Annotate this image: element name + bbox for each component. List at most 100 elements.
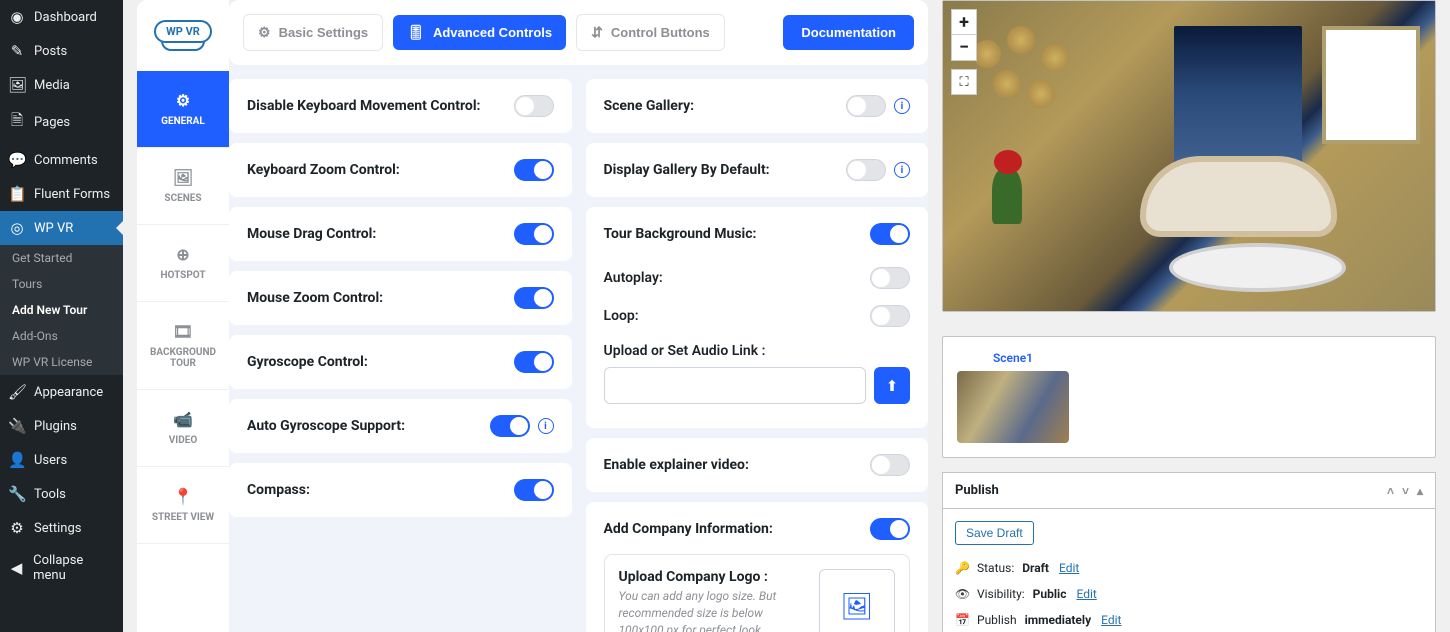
pages-icon: 🗎 xyxy=(8,110,26,135)
scene-thumb-image xyxy=(957,371,1069,443)
logo-upload-area[interactable]: 🖼 xyxy=(819,569,895,632)
publish-metabox: Publish ˄ ˅ ▴ Save Draft 🔑 Status: Draft… xyxy=(942,472,1436,632)
info-icon[interactable]: i xyxy=(538,418,554,434)
menu-comments[interactable]: 💬Comments xyxy=(0,143,123,177)
image-icon: 🖼 xyxy=(143,168,223,187)
zoom-in-button[interactable]: + xyxy=(951,9,977,35)
menu-fluent-forms[interactable]: 📋Fluent Forms xyxy=(0,177,123,211)
pin-icon: 📍 xyxy=(143,487,223,506)
tab-scenes[interactable]: 🖼SCENES xyxy=(137,148,229,225)
basic-settings-button[interactable]: ⚙Basic Settings xyxy=(243,14,383,51)
plugin-icon: 🔌 xyxy=(8,417,26,435)
mouse-drag-toggle[interactable] xyxy=(514,223,554,245)
menu-appearance[interactable]: 🖌Appearance xyxy=(0,375,123,409)
submenu-addons[interactable]: Add-Ons xyxy=(0,323,123,349)
menu-media[interactable]: 🖼Media xyxy=(0,68,123,102)
tab-street-view[interactable]: 📍STREET VIEW xyxy=(137,467,229,544)
menu-tools[interactable]: 🔧Tools xyxy=(0,477,123,511)
compass-toggle[interactable] xyxy=(514,479,554,501)
mouse-zoom-toggle[interactable] xyxy=(514,287,554,309)
scene-thumb-1[interactable]: Scene1 xyxy=(957,351,1069,443)
menu-dashboard[interactable]: ◉Dashboard xyxy=(0,0,123,34)
menu-pages[interactable]: 🗎Pages xyxy=(0,102,123,143)
submenu-get-started[interactable]: Get Started xyxy=(0,245,123,271)
tools-icon: 🔧 xyxy=(8,485,26,503)
form-icon: 📋 xyxy=(8,185,26,203)
tour-music-label: Tour Background Music: xyxy=(604,226,757,242)
submenu-license[interactable]: WP VR License xyxy=(0,349,123,375)
logo-hint: You can add any logo size. But recommend… xyxy=(619,588,804,632)
sliders-icon: ⚙ xyxy=(258,24,271,41)
gyroscope-label: Gyroscope Control: xyxy=(247,354,368,370)
explainer-label: Enable explainer video: xyxy=(604,457,749,473)
submenu-tours[interactable]: Tours xyxy=(0,271,123,297)
control-buttons-button[interactable]: ⇵Control Buttons xyxy=(576,14,725,51)
vr-icon: ◎ xyxy=(8,219,26,237)
publish-title: Publish xyxy=(955,483,999,498)
settings-left-column: Disable Keyboard Movement Control: Keybo… xyxy=(229,79,572,632)
explainer-toggle[interactable] xyxy=(870,454,910,476)
advanced-controls-button[interactable]: 🎚Advanced Controls xyxy=(393,15,566,50)
company-info-label: Add Company Information: xyxy=(604,521,773,537)
tab-background-tour[interactable]: 🎞BACKGROUND TOUR xyxy=(137,302,229,390)
audio-link-input[interactable] xyxy=(604,367,867,404)
gyroscope-toggle[interactable] xyxy=(514,351,554,373)
company-info-toggle[interactable] xyxy=(870,518,910,540)
pin-icon: ✎ xyxy=(8,42,26,60)
tour-music-toggle[interactable] xyxy=(870,223,910,245)
info-icon[interactable]: i xyxy=(894,162,910,178)
disable-keyboard-toggle[interactable] xyxy=(514,95,554,117)
edit-status-link[interactable]: Edit xyxy=(1059,561,1079,575)
tab-video[interactable]: 📹VIDEO xyxy=(137,390,229,467)
tab-general[interactable]: ⚙GENERAL xyxy=(137,71,229,148)
preview-panel: + − ⛶ xyxy=(942,0,1436,312)
upload-audio-button[interactable]: ⬆ xyxy=(874,367,910,404)
comments-icon: 💬 xyxy=(8,151,26,169)
settings-right-column: Scene Gallery: i Display Gallery By Defa… xyxy=(586,79,929,632)
menu-settings[interactable]: ⚙Settings xyxy=(0,511,123,545)
keyboard-zoom-label: Keyboard Zoom Control: xyxy=(247,162,400,178)
edit-schedule-link[interactable]: Edit xyxy=(1101,613,1121,627)
auto-gyroscope-toggle[interactable] xyxy=(490,415,530,437)
scene-gallery-toggle[interactable] xyxy=(846,95,886,117)
metabox-toggle-icon[interactable]: ▴ xyxy=(1417,484,1423,498)
editor-column: WP VR ⚙GENERAL 🖼SCENES ⊕HOTSPOT 🎞BACKGRO… xyxy=(123,0,942,632)
media-icon: 🖼 xyxy=(8,76,26,94)
zoom-out-button[interactable]: − xyxy=(951,35,977,61)
film-icon: 🎞 xyxy=(143,322,223,341)
mouse-zoom-label: Mouse Zoom Control: xyxy=(247,290,383,306)
menu-users[interactable]: 👤Users xyxy=(0,443,123,477)
submenu-add-new-tour[interactable]: Add New Tour xyxy=(0,297,123,323)
menu-posts[interactable]: ✎Posts xyxy=(0,34,123,68)
editor-topbar: ⚙Basic Settings 🎚Advanced Controls ⇵Cont… xyxy=(229,0,928,65)
target-icon: ⊕ xyxy=(143,245,223,264)
wp-admin-sidebar: ◉Dashboard ✎Posts 🖼Media 🗎Pages 💬Comment… xyxy=(0,0,123,632)
preview-column: + − ⛶ Scene1 Publish ˄ ˅ ▴ xyxy=(942,0,1450,632)
fullscreen-button[interactable]: ⛶ xyxy=(951,69,977,95)
display-gallery-label: Display Gallery By Default: xyxy=(604,162,770,178)
panorama-preview[interactable]: + − ⛶ xyxy=(943,1,1435,311)
save-draft-button[interactable]: Save Draft xyxy=(955,521,1034,545)
tune-icon: 🎚 xyxy=(407,24,425,41)
menu-collapse[interactable]: ◀Collapse menu xyxy=(0,545,123,591)
menu-wpvr[interactable]: ◎WP VR xyxy=(0,211,123,245)
key-icon: 🔑 xyxy=(955,561,969,575)
loop-toggle[interactable] xyxy=(870,305,910,327)
users-icon: 👤 xyxy=(8,451,26,469)
documentation-button[interactable]: Documentation xyxy=(783,15,914,50)
menu-plugins[interactable]: 🔌Plugins xyxy=(0,409,123,443)
keyboard-zoom-toggle[interactable] xyxy=(514,159,554,181)
info-icon[interactable]: i xyxy=(894,98,910,114)
metabox-up-icon[interactable]: ˄ xyxy=(1387,484,1394,498)
scene-gallery-label: Scene Gallery: xyxy=(604,98,695,114)
wpvr-logo: WP VR xyxy=(137,0,229,71)
metabox-down-icon[interactable]: ˅ xyxy=(1402,484,1409,498)
wpvr-vertical-tabs: WP VR ⚙GENERAL 🖼SCENES ⊕HOTSPOT 🎞BACKGRO… xyxy=(137,0,229,632)
autoplay-label: Autoplay: xyxy=(604,270,663,286)
edit-visibility-link[interactable]: Edit xyxy=(1076,587,1096,601)
brush-icon: 🖌 xyxy=(8,383,26,401)
tab-hotspot[interactable]: ⊕HOTSPOT xyxy=(137,225,229,302)
autoplay-toggle[interactable] xyxy=(870,267,910,289)
display-gallery-toggle[interactable] xyxy=(846,159,886,181)
settings-icon: ⚙ xyxy=(8,519,26,537)
